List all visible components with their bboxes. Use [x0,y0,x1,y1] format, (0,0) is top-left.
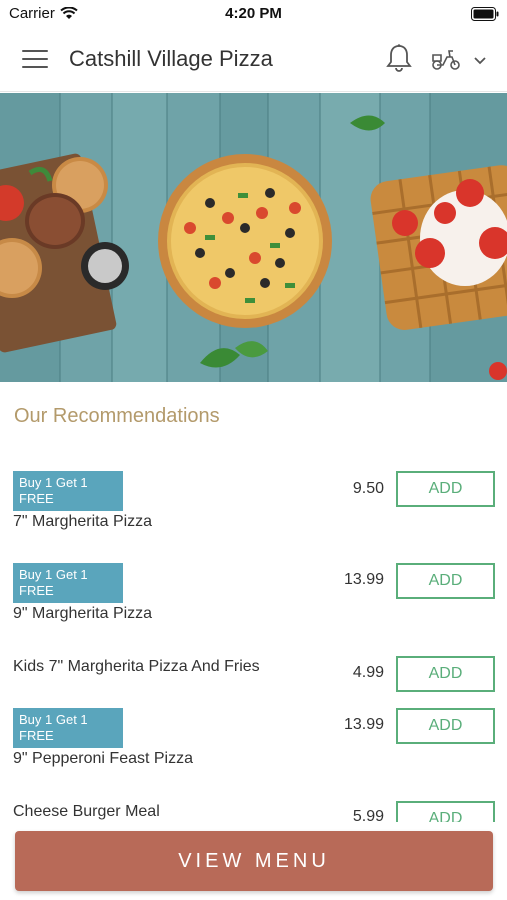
item-name: Kids 7" Margherita Pizza And Fries [13,658,260,675]
section-title: Our Recommendations [14,405,220,427]
menu-icon[interactable] [22,50,48,70]
item-price: 13.99 [343,571,384,588]
item-price: 9.50 [352,480,384,497]
item-price: 4.99 [352,664,384,681]
item-price: 13.99 [343,716,384,733]
promo-badge: Buy 1 Get 1 FREE [13,708,123,748]
add-button[interactable]: ADD [396,471,495,507]
battery-icon [471,7,499,21]
add-button[interactable]: ADD [396,656,495,692]
promo-badge: Buy 1 Get 1 FREE [13,471,123,511]
item-name: 7" Margherita Pizza [13,513,153,530]
item-name: Cheese Burger Meal [13,803,160,820]
status-bar: Carrier 4:20 PM [0,0,507,28]
add-button[interactable]: ADD [396,563,495,599]
promo-badge: Buy 1 Get 1 FREE [13,563,123,603]
view-menu-button[interactable]: VIEW MENU [15,831,493,891]
status-time: 4:20 PM [225,5,282,22]
page-title: Catshill Village Pizza [69,46,273,71]
add-button[interactable]: ADD [396,708,495,744]
app-header: Catshill Village Pizza [0,28,507,92]
chevron-down-icon[interactable] [472,54,488,66]
hero-banner [0,93,507,382]
item-name: 9" Margherita Pizza [13,605,153,622]
scooter-icon[interactable] [430,46,462,72]
item-name: 9" Pepperoni Feast Pizza [13,750,193,767]
bell-icon[interactable] [385,43,413,73]
food-banner-image [0,93,507,382]
